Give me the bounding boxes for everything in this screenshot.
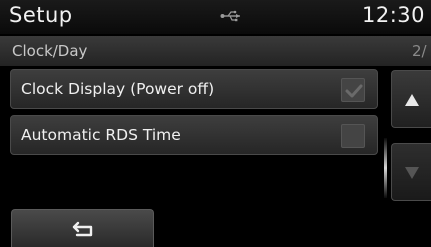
scrollbar[interactable] [384, 138, 387, 198]
option-label: Automatic RDS Time [21, 126, 181, 144]
triangle-down-icon [405, 167, 419, 179]
option-label: Clock Display (Power off) [21, 80, 215, 98]
page-indicator: 2/ [412, 42, 427, 60]
section-title: Clock/Day [12, 42, 88, 60]
back-arrow-icon [72, 221, 93, 237]
sub-header: Clock/Day 2/ [0, 36, 431, 66]
scroll-up-button[interactable] [391, 70, 431, 128]
title-bar: Setup 12:30 [0, 0, 431, 34]
triangle-up-icon [405, 94, 419, 106]
checkbox-unchecked[interactable] [341, 124, 365, 148]
screen-title: Setup [9, 3, 73, 27]
back-button[interactable] [11, 209, 154, 247]
usb-icon [220, 8, 242, 22]
option-clock-display-power-off[interactable]: Clock Display (Power off) [10, 69, 378, 109]
option-automatic-rds-time[interactable]: Automatic RDS Time [10, 115, 378, 155]
checkbox-checked[interactable] [341, 78, 365, 102]
scroll-down-button[interactable] [391, 143, 431, 201]
checkmark-icon [345, 84, 363, 98]
clock: 12:30 [362, 3, 426, 27]
